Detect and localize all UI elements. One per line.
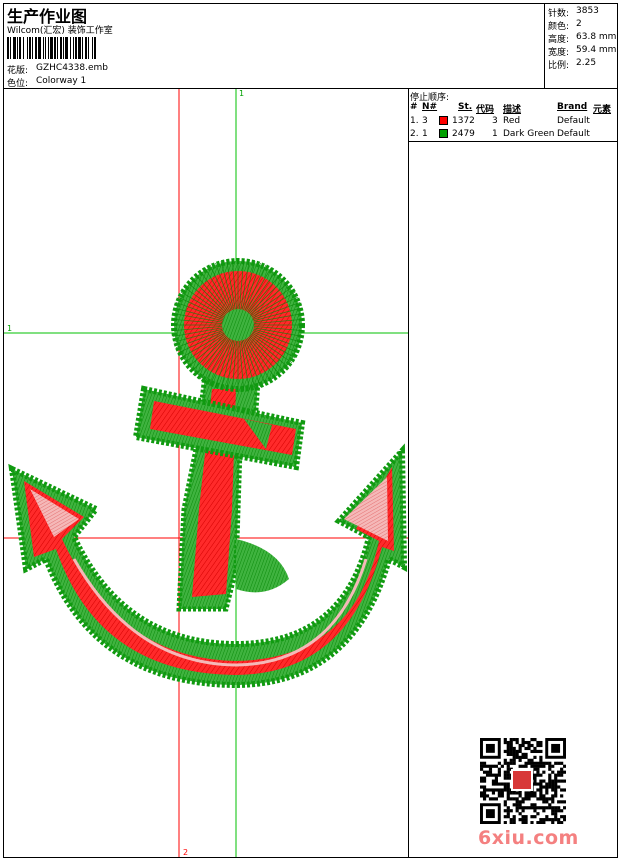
guide-label-bottom: 2 <box>183 848 188 857</box>
height-value: 63.8 mm <box>576 32 617 42</box>
anchor-shank <box>176 356 289 612</box>
col-element: 元素 <box>593 105 612 115</box>
colors-value: 2 <box>576 19 582 29</box>
row-index: 1. <box>410 116 419 126</box>
row-stitches: 1372 <box>452 116 475 126</box>
stitches-label: 针数: <box>548 9 570 19</box>
col-brand: Brand <box>557 102 588 112</box>
stitches-value: 3853 <box>576 6 599 16</box>
embroidery-design: 1 1 2 <box>4 89 408 857</box>
col-needle: N# <box>422 102 438 112</box>
row-brand: Default <box>557 116 590 126</box>
row-desc: Red <box>503 116 521 126</box>
col-hash: # <box>410 102 418 112</box>
row-needle: 3 <box>422 116 428 126</box>
barcode <box>7 37 96 59</box>
scale-label: 比例: <box>548 61 570 71</box>
row-needle: 1 <box>422 129 428 139</box>
row-code: 3 <box>492 116 498 126</box>
seal-stamp <box>511 769 533 791</box>
row-brand: Default <box>557 129 590 139</box>
width-label: 宽度: <box>548 48 570 58</box>
design-file: GZHC4338.emb <box>36 63 108 73</box>
colors-label: 颜色: <box>548 22 570 32</box>
guide-label-left: 1 <box>7 324 12 333</box>
col-desc: 描述 <box>503 105 522 115</box>
guide-label-top: 1 <box>239 89 244 98</box>
colorway-value: Colorway 1 <box>36 76 87 86</box>
row-index: 2. <box>410 129 419 139</box>
row-code: 1 <box>492 129 498 139</box>
colorway-label: 色位: <box>7 79 29 89</box>
scale-value: 2.25 <box>576 58 597 68</box>
company-name: Wilcom(汇宏) 装饰工作室 <box>7 26 113 36</box>
col-code: 代码 <box>476 105 495 115</box>
row-desc: Dark Green <box>503 129 555 139</box>
color-swatch-green <box>439 129 448 138</box>
sequence-divider <box>408 141 618 142</box>
color-swatch-red <box>439 116 448 125</box>
height-label: 高度: <box>548 35 570 45</box>
watermark-text: 6xiu.com <box>478 827 579 849</box>
anchor-ring <box>171 258 305 392</box>
col-stitches: St. <box>458 102 473 112</box>
row-stitches: 2479 <box>452 129 475 139</box>
design-label: 花版: <box>7 66 29 76</box>
width-value: 59.4 mm <box>576 45 617 55</box>
